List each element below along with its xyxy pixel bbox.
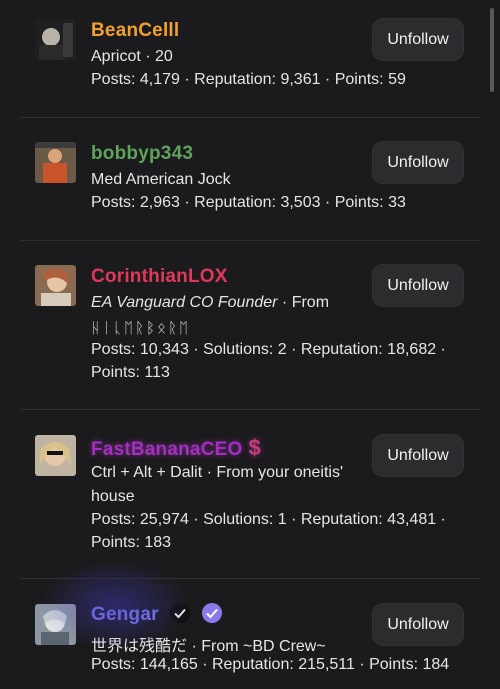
unfollow-button[interactable]: Unfollow bbox=[372, 603, 464, 646]
user-stats: Posts: 144,165 · Reputation: 215,511 · P… bbox=[91, 656, 450, 673]
dollar-badge-icon: $ bbox=[248, 435, 261, 460]
list-item: Gengar 世界は残酷だ · From ~BD Crew~ Posts: 14… bbox=[20, 579, 480, 689]
username-link[interactable]: bobbyp343 bbox=[91, 143, 193, 165]
user-subtitle: Ctrl + Alt + Dalit · From your oneitis' bbox=[91, 464, 344, 481]
user-subtitle: Med American Jock bbox=[91, 171, 231, 188]
username-text: FastBananaCEO bbox=[91, 439, 243, 460]
verified-dark-icon bbox=[170, 602, 191, 623]
following-list: BeanCelll Apricot · 20 Posts: 4,179 · Re… bbox=[20, 0, 480, 689]
username-link[interactable]: BeanCelll bbox=[91, 20, 179, 42]
user-stats: Posts: 25,974 · Solutions: 1 · Reputatio… bbox=[91, 511, 446, 551]
unfollow-button[interactable]: Unfollow bbox=[372, 141, 464, 184]
username-link[interactable]: FastBananaCEO $ bbox=[91, 435, 261, 461]
unfollow-button[interactable]: Unfollow bbox=[372, 264, 464, 307]
unfollow-button[interactable]: Unfollow bbox=[372, 18, 464, 61]
list-item: CorinthianLOX EA Vanguard CO Founder · F… bbox=[20, 241, 480, 410]
user-subtitle: Apricot · 20 bbox=[91, 48, 173, 65]
user-title-italic: EA Vanguard CO Founder bbox=[91, 294, 278, 311]
scrollbar[interactable] bbox=[490, 8, 494, 92]
user-stats: Posts: 10,343 · Solutions: 2 · Reputatio… bbox=[91, 341, 446, 381]
verified-purple-icon bbox=[201, 602, 222, 623]
user-stats: Posts: 4,179 · Reputation: 9,361 · Point… bbox=[91, 71, 406, 88]
avatar[interactable] bbox=[35, 19, 76, 60]
avatar[interactable] bbox=[35, 265, 76, 306]
username-text: Gengar bbox=[91, 604, 159, 625]
list-item: FastBananaCEO $ Ctrl + Alt + Dalit · From… bbox=[20, 410, 480, 579]
user-subtitle-line2: house bbox=[91, 488, 135, 505]
unfollow-button[interactable]: Unfollow bbox=[372, 434, 464, 477]
list-item: bobbyp343 Med American Jock Posts: 2,963… bbox=[20, 118, 480, 241]
user-from-label: · From bbox=[277, 294, 330, 311]
username-link[interactable]: CorinthianLOX bbox=[91, 266, 228, 288]
avatar[interactable] bbox=[35, 604, 76, 645]
user-subtitle: EA Vanguard CO Founder · From bbox=[91, 294, 329, 312]
user-stats: Posts: 2,963 · Reputation: 3,503 · Point… bbox=[91, 194, 406, 211]
avatar[interactable] bbox=[35, 142, 76, 183]
list-item: BeanCelll Apricot · 20 Posts: 4,179 · Re… bbox=[20, 0, 480, 118]
avatar[interactable] bbox=[35, 435, 76, 476]
user-location: ᚺᛁᚳᛖᚱᛒᛟᚱᛖ bbox=[91, 319, 191, 337]
username-link[interactable]: Gengar bbox=[91, 602, 222, 626]
